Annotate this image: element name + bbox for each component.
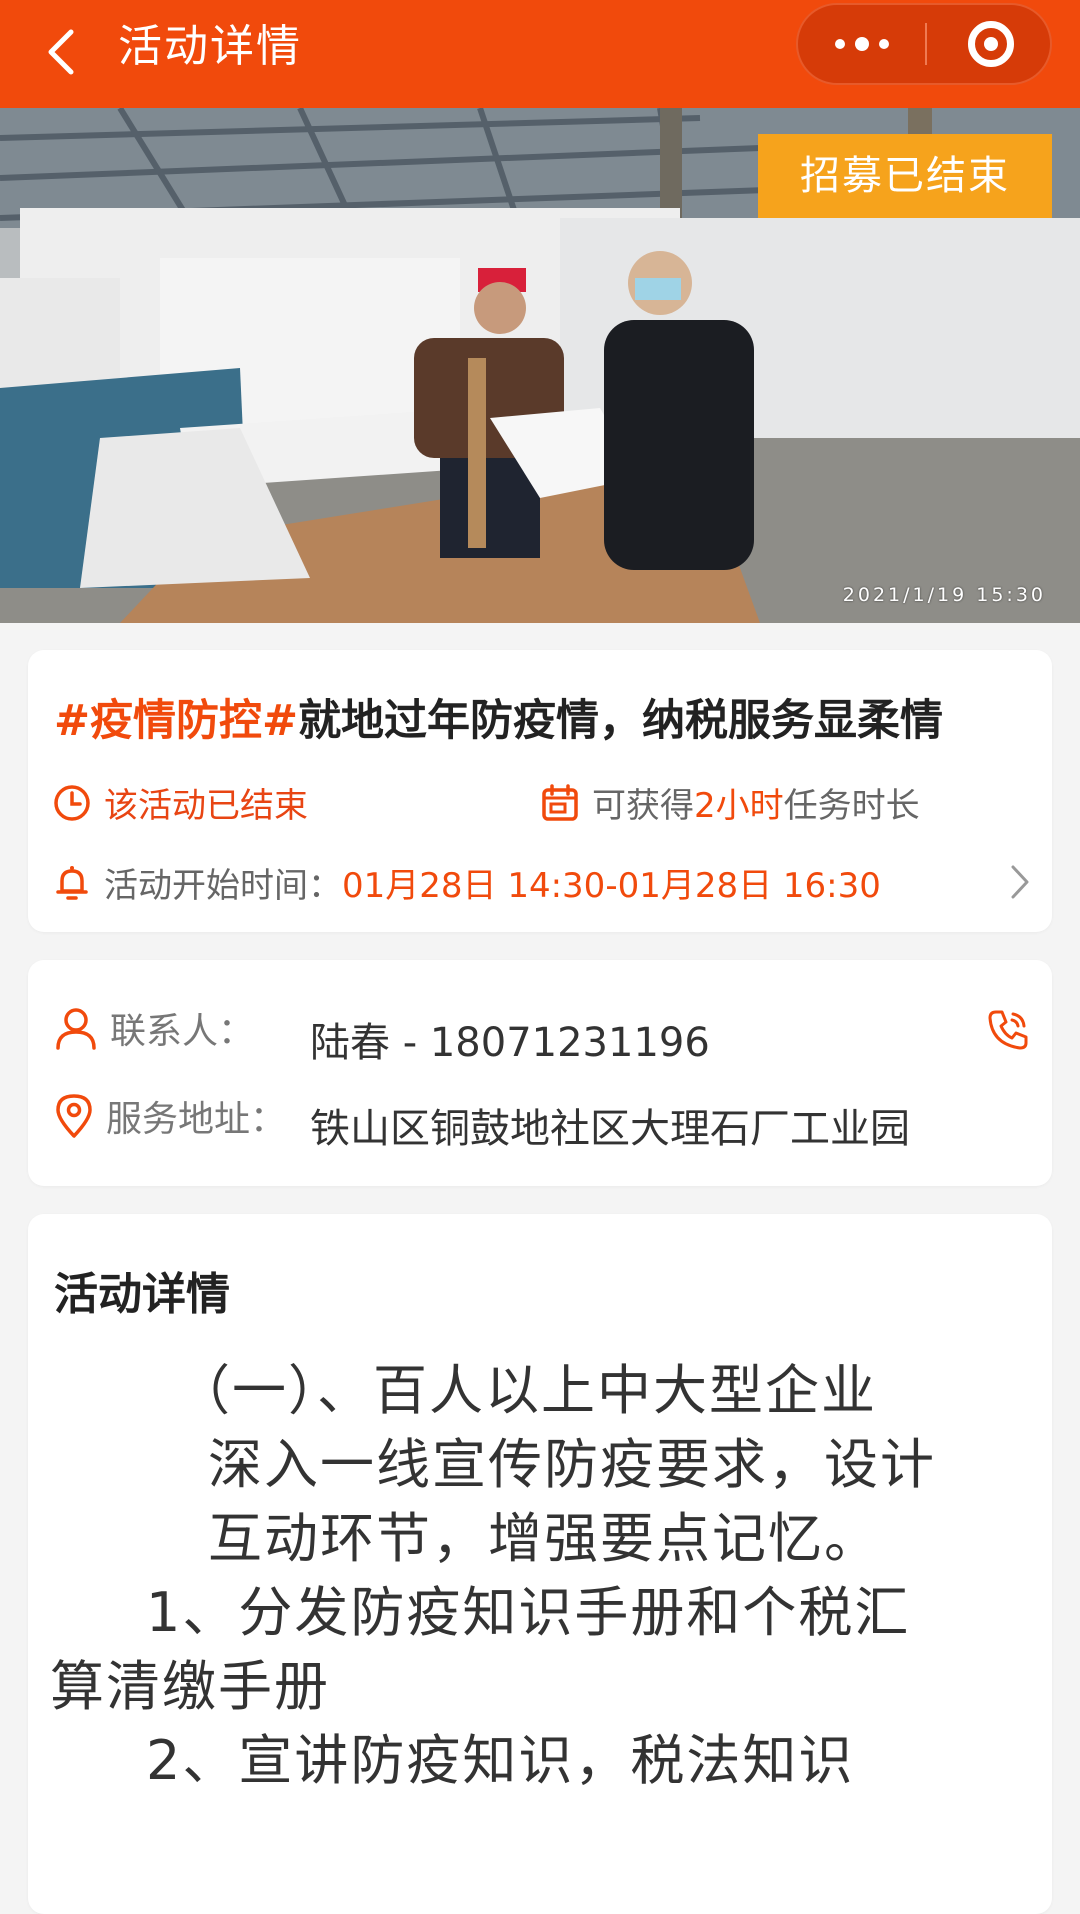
target-icon bbox=[984, 37, 998, 51]
detail-line: 1、分发防疫知识手册和个税汇 bbox=[146, 1581, 911, 1644]
recruitment-ended-badge: 招募已结束 bbox=[758, 134, 1052, 218]
address-label-row: 服务地址： bbox=[54, 1090, 286, 1142]
duration-prefix: 可获得 bbox=[592, 786, 694, 826]
user-icon bbox=[56, 1008, 96, 1050]
detail-line: 算清缴手册 bbox=[50, 1655, 330, 1718]
task-duration: 可获得 2小时 任务时长 bbox=[540, 778, 920, 827]
chevron-left-icon bbox=[48, 29, 74, 75]
back-button[interactable] bbox=[40, 22, 80, 82]
detail-line: 深入一线宣传防疫要求，设计 bbox=[208, 1433, 936, 1496]
activity-photo: 招募已结束 2021/1/19 15:30 bbox=[0, 108, 1080, 623]
activity-tag[interactable]: #疫情防控# bbox=[54, 696, 298, 746]
location-pin-icon bbox=[56, 1094, 92, 1138]
detail-line: 2、宣讲防疫知识，税法知识 bbox=[146, 1729, 855, 1792]
start-time-row[interactable]: 活动开始时间： 01月28日 14:30-01月28日 16:30 bbox=[52, 858, 881, 907]
address-value: 铁山区铜鼓地社区大理石厂工业园 bbox=[310, 1106, 910, 1152]
activity-title-text: 就地过年防疫情，纳税服务显柔情 bbox=[298, 696, 944, 746]
phone-icon[interactable] bbox=[986, 1008, 1030, 1052]
clock-icon bbox=[54, 784, 90, 821]
start-time-label: 活动开始时间： bbox=[104, 866, 342, 906]
detail-line: （一）、百人以上中大型企业 bbox=[176, 1359, 877, 1422]
duration-suffix: 任务时长 bbox=[783, 786, 920, 826]
chevron-right-icon[interactable] bbox=[1008, 862, 1032, 902]
capsule-divider bbox=[925, 23, 927, 65]
calendar-icon bbox=[542, 783, 578, 821]
mini-program-capsule bbox=[796, 3, 1052, 85]
activity-details-card: 活动详情 （一）、百人以上中大型企业 深入一线宣传防疫要求，设计 互动环节，增强… bbox=[28, 1214, 1052, 1914]
page-title: 活动详情 bbox=[118, 21, 302, 72]
detail-line: 互动环节，增强要点记忆。 bbox=[208, 1507, 880, 1570]
photo-timestamp: 2021/1/19 15:30 bbox=[842, 584, 1046, 606]
status-text: 该活动已结束 bbox=[104, 786, 308, 826]
contact-value: 陆春 - 18071231196 bbox=[310, 1020, 710, 1066]
duration-value: 2小时 bbox=[694, 786, 784, 826]
activity-title: #疫情防控#就地过年防疫情，纳税服务显柔情 bbox=[54, 686, 943, 748]
navigation-bar: 活动详情 bbox=[0, 0, 1080, 108]
start-time-value: 01月28日 14:30-01月28日 16:30 bbox=[342, 866, 881, 906]
more-button[interactable] bbox=[798, 5, 925, 83]
bell-icon bbox=[56, 865, 88, 900]
details-heading: 活动详情 bbox=[54, 1269, 230, 1320]
contact-label-row: 联系人： bbox=[54, 1002, 254, 1054]
activity-status: 该活动已结束 bbox=[52, 778, 308, 827]
more-dots-icon bbox=[834, 39, 845, 49]
contact-label: 联系人： bbox=[110, 1011, 255, 1052]
activity-info-card: #疫情防控#就地过年防疫情，纳税服务显柔情 该活动已结束 可获得 2小时 任务时长 … bbox=[28, 650, 1052, 932]
contact-card: 联系人： 陆春 - 18071231196 服务地址： 铁山区铜鼓地社区大理石厂… bbox=[28, 960, 1052, 1186]
close-program-button[interactable] bbox=[968, 21, 1014, 67]
address-label: 服务地址： bbox=[106, 1099, 287, 1140]
